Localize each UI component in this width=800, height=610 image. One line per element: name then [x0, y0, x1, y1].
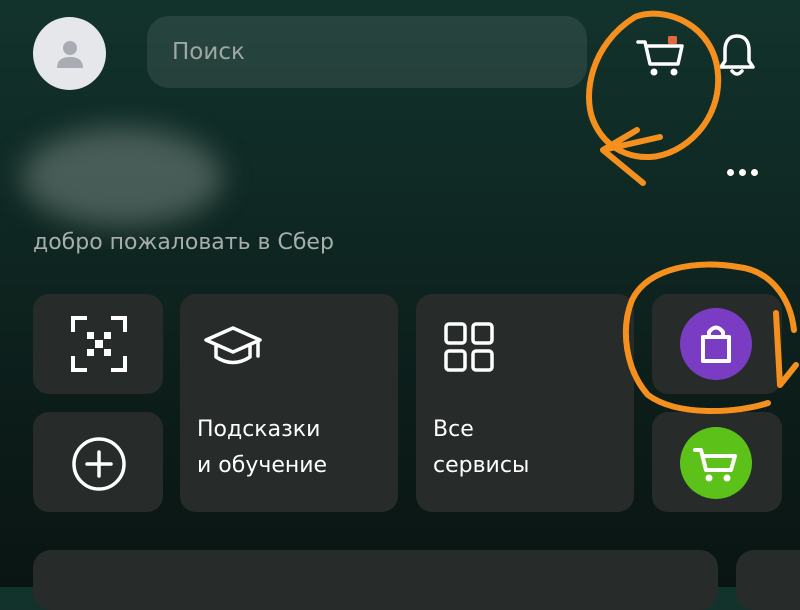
- market-tile[interactable]: [652, 412, 782, 512]
- cart-button[interactable]: [634, 30, 688, 82]
- grid-icon: [444, 322, 494, 372]
- market-cart-icon: [680, 427, 752, 499]
- graduation-cap-icon: [204, 326, 262, 365]
- avatar[interactable]: [33, 17, 106, 90]
- tips-tile[interactable]: Подсказки и обучение: [180, 294, 398, 512]
- shopping-bag-icon: [680, 308, 752, 380]
- user-name-blurred: [22, 128, 222, 226]
- more-icon: [726, 168, 734, 176]
- cart-icon: [636, 36, 684, 76]
- services-label-line1: Все: [433, 417, 474, 442]
- user-icon: [56, 40, 83, 68]
- shop-tile[interactable]: [652, 294, 782, 394]
- qr-scan-icon: [71, 316, 127, 372]
- all-services-tile[interactable]: Все сервисы: [416, 294, 634, 512]
- search-input[interactable]: Поиск: [147, 16, 587, 88]
- plus-icon: [72, 437, 126, 491]
- bottom-card[interactable]: [33, 550, 718, 610]
- services-label-line2: сервисы: [433, 453, 530, 478]
- qr-scan-tile[interactable]: [33, 294, 163, 394]
- notifications-button[interactable]: [712, 28, 762, 82]
- search-placeholder: Поиск: [172, 39, 245, 65]
- more-button[interactable]: [720, 160, 764, 184]
- tips-label-line2: и обучение: [197, 453, 328, 478]
- add-tile[interactable]: [33, 412, 163, 512]
- tips-label-line1: Подсказки: [197, 417, 321, 442]
- bell-icon: [719, 34, 755, 76]
- welcome-text: добро пожаловать в Сбер: [33, 230, 334, 255]
- bottom-card-secondary[interactable]: [736, 550, 800, 610]
